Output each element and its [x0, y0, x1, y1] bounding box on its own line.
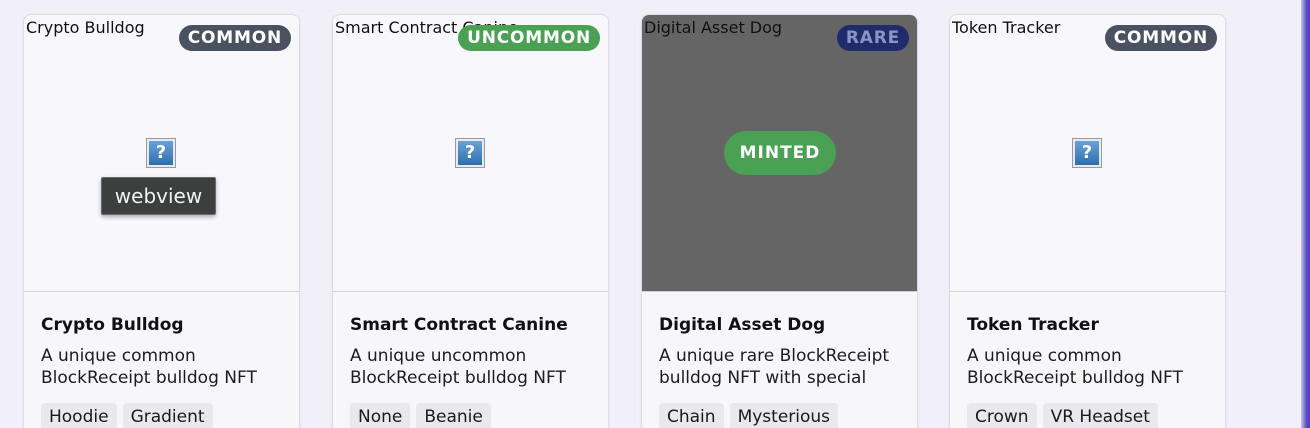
- card-title: Digital Asset Dog: [659, 315, 826, 335]
- window-edge: [1301, 0, 1310, 428]
- trait-tag: None: [350, 403, 411, 428]
- card-description: A unique common BlockReceipt bulldog NFT: [967, 346, 1183, 388]
- card-body: Smart Contract Canine A unique uncommon …: [350, 315, 596, 428]
- card-body: Crypto Bulldog A unique common BlockRece…: [41, 315, 287, 428]
- trait-tags: Crown VR Headset: [967, 403, 1213, 428]
- broken-image-icon: ?: [146, 138, 176, 168]
- card-description: A unique common BlockReceipt bulldog NFT: [41, 346, 257, 388]
- image-alt-text: Digital Asset Dog: [644, 18, 783, 37]
- tooltip: webview: [101, 177, 216, 215]
- nft-card[interactable]: Token Tracker COMMON ? Token Tracker A u…: [949, 14, 1226, 428]
- trait-tags: Hoodie Gradient: [41, 403, 287, 428]
- nft-image[interactable]: Digital Asset Dog RARE MINTED: [642, 15, 917, 292]
- card-body: Digital Asset Dog A unique rare BlockRec…: [659, 315, 905, 428]
- trait-tag: Hoodie: [41, 403, 117, 428]
- nft-gallery: Crypto Bulldog COMMON ? webview Crypto B…: [0, 0, 1310, 428]
- card-title: Token Tracker: [967, 315, 1099, 335]
- rarity-badge: UNCOMMON: [458, 25, 600, 51]
- nft-card[interactable]: Digital Asset Dog RARE MINTED Digital As…: [641, 14, 918, 428]
- card-description: A unique rare BlockReceipt bulldog NFT w…: [659, 346, 890, 388]
- trait-tag: VR Headset: [1042, 403, 1158, 428]
- nft-card[interactable]: Crypto Bulldog COMMON ? webview Crypto B…: [23, 14, 300, 428]
- trait-tag: Crown: [967, 403, 1037, 428]
- broken-image-icon: ?: [1072, 138, 1102, 168]
- nft-image[interactable]: Smart Contract Canine UNCOMMON ?: [333, 15, 608, 292]
- image-alt-text: Token Tracker: [952, 18, 1061, 37]
- rarity-badge: COMMON: [1104, 25, 1217, 51]
- trait-tag: Mysterious: [729, 403, 839, 428]
- broken-image-icon: ?: [455, 138, 485, 168]
- trait-tags: None Beanie: [350, 403, 596, 428]
- rarity-badge: RARE: [836, 25, 909, 51]
- card-title: Smart Contract Canine: [350, 315, 568, 335]
- card-description: A unique uncommon BlockReceipt bulldog N…: [350, 346, 566, 388]
- nft-image[interactable]: Crypto Bulldog COMMON ? webview: [24, 15, 299, 292]
- card-title: Crypto Bulldog: [41, 315, 184, 335]
- trait-tag: Chain: [659, 403, 724, 428]
- trait-tags: Chain Mysterious: [659, 403, 905, 428]
- minted-status-badge: MINTED: [724, 131, 836, 175]
- trait-tag: Gradient: [122, 403, 213, 428]
- trait-tag: Beanie: [416, 403, 491, 428]
- rarity-badge: COMMON: [178, 25, 291, 51]
- card-body: Token Tracker A unique common BlockRecei…: [967, 315, 1213, 428]
- image-alt-text: Crypto Bulldog: [26, 18, 145, 37]
- nft-card[interactable]: Smart Contract Canine UNCOMMON ? Smart C…: [332, 14, 609, 428]
- nft-image[interactable]: Token Tracker COMMON ?: [950, 15, 1225, 292]
